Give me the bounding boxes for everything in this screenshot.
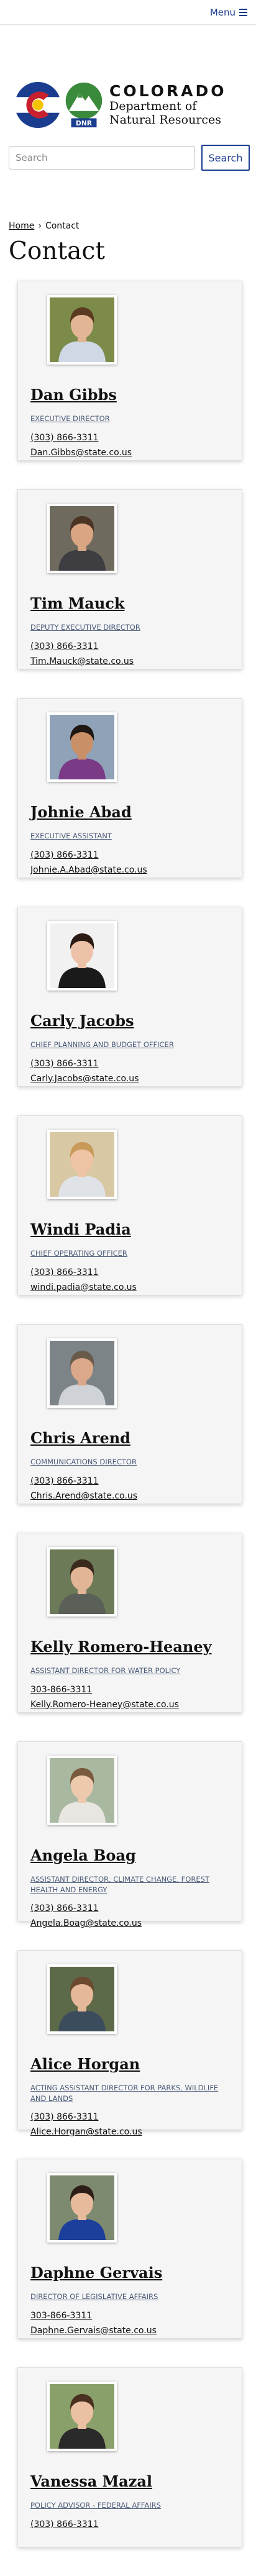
staff-photo bbox=[47, 1130, 117, 1199]
staff-photo bbox=[47, 2382, 117, 2451]
portrait-photo-icon bbox=[50, 2175, 114, 2240]
staff-card: Dan Gibbs EXECUTIVE DIRECTOR (303) 866-331… bbox=[17, 281, 242, 461]
brand-text: COLORADO Department of Natural Resources bbox=[109, 83, 227, 127]
staff-role-link[interactable]: POLICY ADVISOR - FEDERAL AFFAIRS bbox=[30, 2500, 229, 2511]
staff-role-link[interactable]: DEPUTY EXECUTIVE DIRECTOR bbox=[30, 622, 229, 633]
staff-email-link[interactable]: Alice.Horgan@state.co.us bbox=[30, 2127, 229, 2137]
staff-card: Vanessa Mazal POLICY ADVISOR - FEDERAL AF… bbox=[17, 2367, 242, 2547]
staff-role-link[interactable]: EXECUTIVE DIRECTOR bbox=[30, 414, 229, 424]
portrait-photo-icon bbox=[50, 1549, 114, 1614]
search-bar: Search bbox=[0, 142, 256, 174]
breadcrumb-home-link[interactable]: Home bbox=[9, 221, 34, 231]
staff-email-link[interactable]: Daphne.Gervais@state.co.us bbox=[30, 2326, 229, 2336]
staff-card: Tim Mauck DEPUTY EXECUTIVE DIRECTOR (303) … bbox=[17, 489, 242, 669]
staff-role-link[interactable]: CHIEF PLANNING AND BUDGET OFFICER bbox=[30, 1040, 229, 1050]
staff-photo bbox=[47, 1964, 117, 2034]
staff-name-link[interactable]: Tim Mauck bbox=[30, 594, 125, 612]
staff-card: Alice Horgan ACTING ASSISTANT DIRECTOR FO… bbox=[17, 1950, 242, 2137]
breadcrumb-separator-icon: › bbox=[38, 221, 42, 231]
staff-phone-link[interactable]: (303) 866-3311 bbox=[30, 2112, 229, 2122]
staff-phone-link[interactable]: (303) 866-3311 bbox=[30, 642, 229, 651]
staff-email-link[interactable]: Johnie.A.Abad@state.co.us bbox=[30, 865, 229, 875]
portrait-photo-icon bbox=[50, 1758, 114, 1823]
dnr-mountain-logo-icon: DNR bbox=[65, 82, 103, 127]
staff-name-link[interactable]: Johnie Abad bbox=[30, 803, 132, 821]
staff-card: Carly Jacobs CHIEF PLANNING AND BUDGET OF… bbox=[17, 907, 242, 1087]
breadcrumb: Home › Contact bbox=[0, 174, 256, 236]
staff-phone-link[interactable]: 303-866-3311 bbox=[30, 1685, 229, 1695]
staff-name-link[interactable]: Dan Gibbs bbox=[30, 386, 117, 404]
staff-photo bbox=[47, 2173, 117, 2243]
portrait-photo-icon bbox=[50, 297, 114, 362]
portrait-photo-icon bbox=[50, 1967, 114, 2031]
hamburger-icon bbox=[239, 8, 247, 16]
staff-photo bbox=[47, 1338, 117, 1408]
staff-role-link[interactable]: ASSISTANT DIRECTOR, CLIMATE CHANGE, FORE… bbox=[30, 1874, 229, 1895]
staff-name-link[interactable]: Windi Padia bbox=[30, 1220, 131, 1238]
staff-name-link[interactable]: Chris Arend bbox=[30, 1429, 130, 1447]
staff-email-link[interactable]: Kelly.Romero-Heaney@state.co.us bbox=[30, 1700, 229, 1710]
staff-photo bbox=[47, 1547, 117, 1617]
page-title: Contact bbox=[9, 237, 105, 265]
staff-name-link[interactable]: Alice Horgan bbox=[30, 2055, 140, 2073]
staff-role-link[interactable]: COMMUNICATIONS DIRECTOR bbox=[30, 1457, 229, 1467]
staff-photo bbox=[47, 921, 117, 991]
staff-phone-link[interactable]: (303) 866-3311 bbox=[30, 850, 229, 860]
staff-photo bbox=[47, 295, 117, 365]
top-bar: Menu bbox=[0, 0, 256, 25]
staff-card: Daphne Gervais DIRECTOR OF LEGISLATIVE AF… bbox=[17, 2159, 242, 2339]
staff-phone-link[interactable]: 303-866-3311 bbox=[30, 2311, 229, 2321]
staff-email-link[interactable]: Angela.Boag@state.co.us bbox=[30, 1918, 229, 1928]
staff-phone-link[interactable]: (303) 866-3311 bbox=[30, 1476, 229, 1486]
portrait-photo-icon bbox=[50, 506, 114, 571]
site-logo[interactable]: DNR COLORADO Department of Natural Resou… bbox=[0, 25, 256, 142]
brand-state: COLORADO bbox=[109, 82, 227, 101]
portrait-photo-icon bbox=[50, 715, 114, 779]
staff-phone-link[interactable]: (303) 866-3311 bbox=[30, 1268, 229, 1277]
staff-role-link[interactable]: CHIEF OPERATING OFFICER bbox=[30, 1248, 229, 1259]
staff-name-link[interactable]: Kelly Romero-Heaney bbox=[30, 1638, 212, 1656]
staff-role-link[interactable]: ACTING ASSISTANT DIRECTOR FOR PARKS, WIL… bbox=[30, 2083, 229, 2103]
dnr-badge-text: DNR bbox=[76, 119, 93, 127]
staff-card: Johnie Abad EXECUTIVE ASSISTANT (303) 866-… bbox=[17, 698, 242, 878]
staff-card: Kelly Romero-Heaney ASSISTANT DIRECTOR FO… bbox=[17, 1533, 242, 1713]
staff-role-link[interactable]: EXECUTIVE ASSISTANT bbox=[30, 831, 229, 841]
staff-email-link[interactable]: Chris.Arend@state.co.us bbox=[30, 1491, 229, 1501]
menu-label: Menu bbox=[209, 6, 235, 18]
staff-email-link[interactable]: windi.padia@state.co.us bbox=[30, 1282, 229, 1292]
staff-role-link[interactable]: ASSISTANT DIRECTOR FOR WATER POLICY bbox=[30, 1666, 229, 1676]
staff-role-link[interactable]: DIRECTOR OF LEGISLATIVE AFFAIRS bbox=[30, 2292, 229, 2302]
staff-photo bbox=[47, 712, 117, 782]
portrait-photo-icon bbox=[50, 1132, 114, 1197]
staff-phone-link[interactable]: (303) 866-3311 bbox=[30, 433, 229, 443]
staff-phone-link[interactable]: (303) 866-3311 bbox=[30, 1059, 229, 1069]
staff-email-link[interactable]: Dan.Gibbs@state.co.us bbox=[30, 448, 229, 458]
staff-name-link[interactable]: Daphne Gervais bbox=[30, 2264, 162, 2282]
staff-name-link[interactable]: Carly Jacobs bbox=[30, 1012, 134, 1030]
portrait-photo-icon bbox=[50, 2384, 114, 2449]
portrait-photo-icon bbox=[50, 1341, 114, 1405]
staff-phone-link[interactable]: (303) 866-3311 bbox=[30, 1903, 229, 1913]
staff-name-link[interactable]: Vanessa Mazal bbox=[30, 2472, 152, 2490]
brand-dept-line2: Natural Resources bbox=[109, 112, 222, 127]
staff-card: Windi Padia CHIEF OPERATING OFFICER (303) … bbox=[17, 1115, 242, 1295]
breadcrumb-current: Contact bbox=[45, 221, 80, 231]
colorado-flag-logo-icon bbox=[14, 81, 62, 129]
search-input[interactable] bbox=[9, 146, 195, 170]
brand-dept-line1: Department of bbox=[109, 99, 197, 113]
staff-card-list: Dan Gibbs EXECUTIVE DIRECTOR (303) 866-331… bbox=[0, 281, 256, 2547]
search-button[interactable]: Search bbox=[201, 145, 250, 171]
staff-phone-link[interactable]: (303) 866-3311 bbox=[30, 2519, 229, 2529]
staff-email-link[interactable]: Tim.Mauck@state.co.us bbox=[30, 656, 229, 666]
staff-photo bbox=[47, 504, 117, 573]
staff-card: Chris Arend COMMUNICATIONS DIRECTOR (303) … bbox=[17, 1324, 242, 1504]
staff-name-link[interactable]: Angela Boag bbox=[30, 1846, 136, 1864]
staff-card: Angela Boag ASSISTANT DIRECTOR, CLIMATE C… bbox=[17, 1741, 242, 1928]
staff-photo bbox=[47, 1756, 117, 1825]
staff-email-link[interactable]: Carly.Jacobs@state.co.us bbox=[30, 1074, 229, 1084]
menu-button[interactable]: Menu bbox=[210, 7, 247, 18]
portrait-photo-icon bbox=[50, 923, 114, 988]
